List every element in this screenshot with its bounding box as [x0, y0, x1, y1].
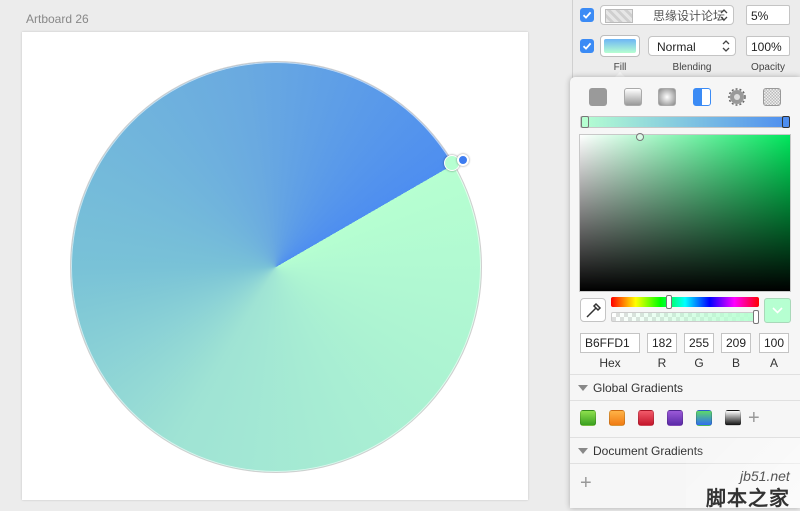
watermark-name: 脚本之家: [706, 488, 790, 510]
fill-2-opacity-field[interactable]: 100%: [746, 36, 790, 56]
global-gradients-title: Global Gradients: [593, 381, 684, 395]
disclosure-triangle-icon: [578, 385, 588, 391]
linear-gradient-button[interactable]: [624, 88, 642, 106]
gear-icon: [728, 88, 746, 106]
global-gradient-swatch-green-blue[interactable]: [696, 410, 712, 426]
radial-gradient-button[interactable]: [658, 88, 676, 106]
canvas-area[interactable]: Artboard 26: [0, 0, 572, 508]
eyedropper-button[interactable]: [580, 298, 606, 322]
alpha-slider[interactable]: [611, 312, 759, 322]
add-document-gradient-button[interactable]: +: [580, 473, 592, 493]
color-field-cursor[interactable]: [636, 133, 644, 141]
gradient-stop-handle-end[interactable]: [457, 154, 469, 166]
opacity-label: Opacity: [751, 62, 785, 73]
hue-slider-knob[interactable]: [666, 295, 672, 309]
divider: [570, 400, 800, 401]
hex-field[interactable]: B6FFD1: [580, 333, 640, 353]
color-field[interactable]: [579, 134, 791, 292]
fill-1-opacity-field[interactable]: 5%: [746, 5, 790, 25]
pattern-fill-button[interactable]: [728, 88, 746, 106]
gradient-bar[interactable]: [580, 116, 790, 128]
artboard-title[interactable]: Artboard 26: [26, 12, 89, 26]
eyedropper-icon: [586, 302, 602, 318]
global-gradients-header[interactable]: Global Gradients: [570, 376, 800, 400]
updown-arrows-icon: [722, 40, 730, 52]
gradient-stop-start[interactable]: [581, 116, 589, 128]
red-field[interactable]: 182: [647, 333, 677, 353]
blue-label: B: [731, 356, 740, 370]
fill-1-pattern-label: 思缘设计论坛: [653, 9, 726, 23]
global-gradient-swatch-green[interactable]: [580, 410, 596, 426]
blending-value: Normal: [657, 40, 696, 54]
gradient-stop-end[interactable]: [782, 116, 790, 128]
chevron-down-icon: [772, 307, 783, 314]
updown-arrows-icon: [720, 9, 728, 21]
pattern-thumbnail: [605, 9, 633, 23]
red-label: R: [657, 356, 667, 370]
global-gradient-swatch-black[interactable]: [725, 410, 741, 426]
global-gradient-swatch-red[interactable]: [638, 410, 654, 426]
divider: [570, 374, 800, 375]
fill-color-preview: [604, 39, 636, 53]
hex-label: Hex: [599, 356, 621, 370]
global-gradient-swatch-orange[interactable]: [609, 410, 625, 426]
current-color-well[interactable]: [764, 298, 791, 323]
blending-select[interactable]: Normal: [648, 36, 736, 56]
fill-1-checkbox[interactable]: [580, 8, 594, 22]
noise-fill-button[interactable]: [763, 88, 781, 106]
flat-color-button[interactable]: [589, 88, 607, 106]
alpha-slider-knob[interactable]: [753, 310, 759, 324]
disclosure-triangle-icon: [578, 448, 588, 454]
fill-color-well[interactable]: [600, 35, 640, 57]
alpha-label: A: [769, 356, 778, 370]
artboard[interactable]: [22, 32, 528, 500]
fill-1-pattern-select[interactable]: 思缘设计论坛: [600, 5, 734, 25]
add-global-gradient-button[interactable]: +: [748, 408, 760, 428]
alpha-field[interactable]: 100: [759, 333, 789, 353]
hue-slider[interactable]: [611, 297, 759, 307]
global-gradient-swatch-purple[interactable]: [667, 410, 683, 426]
angular-gradient-button[interactable]: [693, 88, 711, 106]
blue-field[interactable]: 209: [721, 333, 751, 353]
blending-label: Blending: [672, 62, 712, 73]
green-label: G: [694, 356, 704, 370]
angular-gradient-circle[interactable]: [70, 61, 482, 473]
fill-2-checkbox[interactable]: [580, 39, 594, 53]
green-field[interactable]: 255: [684, 333, 714, 353]
